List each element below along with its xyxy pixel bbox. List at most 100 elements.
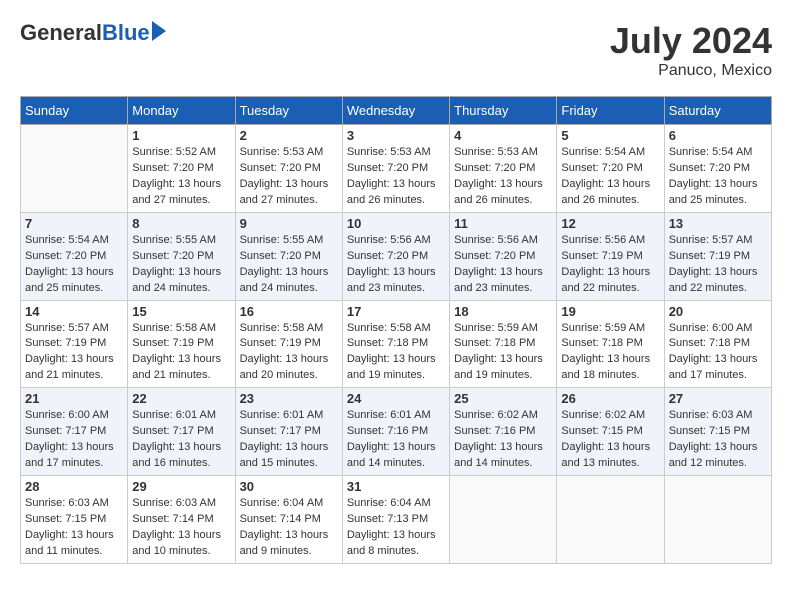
day-info: Sunrise: 5:54 AM Sunset: 7:20 PM Dayligh…: [25, 233, 123, 297]
calendar-cell: 30 Sunrise: 6:04 AM Sunset: 7:14 PM Dayli…: [235, 476, 342, 564]
day-info: Sunrise: 6:04 AM Sunset: 7:14 PM Dayligh…: [240, 496, 338, 560]
day-info: Sunrise: 5:54 AM Sunset: 7:20 PM Dayligh…: [669, 145, 767, 209]
location-subtitle: Panuco, Mexico: [610, 62, 772, 80]
calendar-cell: 12 Sunrise: 5:56 AM Sunset: 7:19 PM Dayli…: [557, 212, 664, 300]
calendar-cell: 31 Sunrise: 6:04 AM Sunset: 7:13 PM Dayli…: [342, 476, 449, 564]
logo-blue-text: Blue: [102, 20, 150, 46]
calendar-cell: 27Sunrise: 6:03 AM Sunset: 7:15 PM Dayli…: [664, 388, 771, 476]
day-info: Sunrise: 6:01 AM Sunset: 7:17 PM Dayligh…: [132, 408, 230, 472]
day-number: 6: [669, 128, 767, 143]
day-number: 30: [240, 479, 338, 494]
day-number: 9: [240, 216, 338, 231]
day-number: 2: [240, 128, 338, 143]
day-number: 24: [347, 391, 445, 406]
day-number: 3: [347, 128, 445, 143]
day-info: Sunrise: 5:57 AM Sunset: 7:19 PM Dayligh…: [669, 233, 767, 297]
calendar-table: SundayMondayTuesdayWednesdayThursdayFrid…: [20, 96, 772, 564]
calendar-week-row: 14 Sunrise: 5:57 AM Sunset: 7:19 PM Dayli…: [21, 300, 772, 388]
calendar-cell: 26 Sunrise: 6:02 AM Sunset: 7:15 PM Dayli…: [557, 388, 664, 476]
day-number: 20: [669, 304, 767, 319]
day-info: Sunrise: 5:53 AM Sunset: 7:20 PM Dayligh…: [240, 145, 338, 209]
calendar-week-row: 1 Sunrise: 5:52 AM Sunset: 7:20 PM Daylig…: [21, 125, 772, 213]
day-number: 25: [454, 391, 552, 406]
calendar-cell: 3Sunrise: 5:53 AM Sunset: 7:20 PM Daylig…: [342, 125, 449, 213]
day-info: Sunrise: 6:03 AM Sunset: 7:15 PM Dayligh…: [25, 496, 123, 560]
calendar-cell: 22 Sunrise: 6:01 AM Sunset: 7:17 PM Dayli…: [128, 388, 235, 476]
day-info: Sunrise: 5:59 AM Sunset: 7:18 PM Dayligh…: [561, 321, 659, 385]
day-number: 29: [132, 479, 230, 494]
day-info: Sunrise: 6:00 AM Sunset: 7:18 PM Dayligh…: [669, 321, 767, 385]
day-number: 14: [25, 304, 123, 319]
day-number: 13: [669, 216, 767, 231]
calendar-cell: 20 Sunrise: 6:00 AM Sunset: 7:18 PM Dayli…: [664, 300, 771, 388]
calendar-cell: 24Sunrise: 6:01 AM Sunset: 7:16 PM Dayli…: [342, 388, 449, 476]
day-number: 22: [132, 391, 230, 406]
logo-arrow-icon: [152, 21, 166, 41]
day-of-week-header: Saturday: [664, 97, 771, 125]
calendar-cell: 23 Sunrise: 6:01 AM Sunset: 7:17 PM Dayli…: [235, 388, 342, 476]
calendar-cell: 10 Sunrise: 5:56 AM Sunset: 7:20 PM Dayli…: [342, 212, 449, 300]
calendar-cell: 18Sunrise: 5:59 AM Sunset: 7:18 PM Dayli…: [450, 300, 557, 388]
calendar-cell: 8Sunrise: 5:55 AM Sunset: 7:20 PM Daylig…: [128, 212, 235, 300]
calendar-cell: 11Sunrise: 5:56 AM Sunset: 7:20 PM Dayli…: [450, 212, 557, 300]
calendar-cell: 13 Sunrise: 5:57 AM Sunset: 7:19 PM Dayli…: [664, 212, 771, 300]
calendar-cell: 29 Sunrise: 6:03 AM Sunset: 7:14 PM Dayli…: [128, 476, 235, 564]
day-number: 23: [240, 391, 338, 406]
calendar-cell: [450, 476, 557, 564]
calendar-cell: [21, 125, 128, 213]
day-info: Sunrise: 5:56 AM Sunset: 7:19 PM Dayligh…: [561, 233, 659, 297]
day-of-week-header: Monday: [128, 97, 235, 125]
page-header: General Blue July 2024 Panuco, Mexico: [20, 20, 772, 80]
day-number: 10: [347, 216, 445, 231]
day-number: 18: [454, 304, 552, 319]
day-of-week-header: Wednesday: [342, 97, 449, 125]
month-year-title: July 2024: [610, 20, 772, 62]
day-number: 7: [25, 216, 123, 231]
calendar-cell: 19Sunrise: 5:59 AM Sunset: 7:18 PM Dayli…: [557, 300, 664, 388]
day-info: Sunrise: 5:58 AM Sunset: 7:19 PM Dayligh…: [132, 321, 230, 385]
day-info: Sunrise: 5:58 AM Sunset: 7:18 PM Dayligh…: [347, 321, 445, 385]
title-block: July 2024 Panuco, Mexico: [610, 20, 772, 80]
logo-general-text: General: [20, 20, 102, 46]
calendar-header: SundayMondayTuesdayWednesdayThursdayFrid…: [21, 97, 772, 125]
calendar-cell: [557, 476, 664, 564]
day-info: Sunrise: 6:04 AM Sunset: 7:13 PM Dayligh…: [347, 496, 445, 560]
day-of-week-header: Tuesday: [235, 97, 342, 125]
calendar-cell: 6 Sunrise: 5:54 AM Sunset: 7:20 PM Daylig…: [664, 125, 771, 213]
calendar-cell: 7 Sunrise: 5:54 AM Sunset: 7:20 PM Daylig…: [21, 212, 128, 300]
day-number: 12: [561, 216, 659, 231]
calendar-week-row: 7 Sunrise: 5:54 AM Sunset: 7:20 PM Daylig…: [21, 212, 772, 300]
calendar-cell: 9 Sunrise: 5:55 AM Sunset: 7:20 PM Daylig…: [235, 212, 342, 300]
day-of-week-header: Friday: [557, 97, 664, 125]
day-number: 1: [132, 128, 230, 143]
calendar-week-row: 21Sunrise: 6:00 AM Sunset: 7:17 PM Dayli…: [21, 388, 772, 476]
calendar-cell: 1 Sunrise: 5:52 AM Sunset: 7:20 PM Daylig…: [128, 125, 235, 213]
day-info: Sunrise: 5:55 AM Sunset: 7:20 PM Dayligh…: [240, 233, 338, 297]
day-info: Sunrise: 6:03 AM Sunset: 7:14 PM Dayligh…: [132, 496, 230, 560]
day-number: 26: [561, 391, 659, 406]
day-of-week-header: Thursday: [450, 97, 557, 125]
day-info: Sunrise: 6:02 AM Sunset: 7:15 PM Dayligh…: [561, 408, 659, 472]
day-number: 16: [240, 304, 338, 319]
calendar-week-row: 28Sunrise: 6:03 AM Sunset: 7:15 PM Dayli…: [21, 476, 772, 564]
day-info: Sunrise: 6:02 AM Sunset: 7:16 PM Dayligh…: [454, 408, 552, 472]
logo: General Blue: [20, 20, 166, 46]
day-number: 31: [347, 479, 445, 494]
day-info: Sunrise: 5:54 AM Sunset: 7:20 PM Dayligh…: [561, 145, 659, 209]
day-info: Sunrise: 5:56 AM Sunset: 7:20 PM Dayligh…: [347, 233, 445, 297]
calendar-cell: 16 Sunrise: 5:58 AM Sunset: 7:19 PM Dayli…: [235, 300, 342, 388]
day-number: 5: [561, 128, 659, 143]
days-of-week-row: SundayMondayTuesdayWednesdayThursdayFrid…: [21, 97, 772, 125]
day-info: Sunrise: 5:57 AM Sunset: 7:19 PM Dayligh…: [25, 321, 123, 385]
day-info: Sunrise: 5:52 AM Sunset: 7:20 PM Dayligh…: [132, 145, 230, 209]
day-info: Sunrise: 5:58 AM Sunset: 7:19 PM Dayligh…: [240, 321, 338, 385]
day-info: Sunrise: 6:03 AM Sunset: 7:15 PM Dayligh…: [669, 408, 767, 472]
calendar-cell: 17Sunrise: 5:58 AM Sunset: 7:18 PM Dayli…: [342, 300, 449, 388]
day-info: Sunrise: 5:53 AM Sunset: 7:20 PM Dayligh…: [454, 145, 552, 209]
calendar-cell: 5 Sunrise: 5:54 AM Sunset: 7:20 PM Daylig…: [557, 125, 664, 213]
day-info: Sunrise: 5:56 AM Sunset: 7:20 PM Dayligh…: [454, 233, 552, 297]
day-number: 15: [132, 304, 230, 319]
day-info: Sunrise: 6:01 AM Sunset: 7:17 PM Dayligh…: [240, 408, 338, 472]
calendar-cell: 2 Sunrise: 5:53 AM Sunset: 7:20 PM Daylig…: [235, 125, 342, 213]
calendar-body: 1 Sunrise: 5:52 AM Sunset: 7:20 PM Daylig…: [21, 125, 772, 564]
